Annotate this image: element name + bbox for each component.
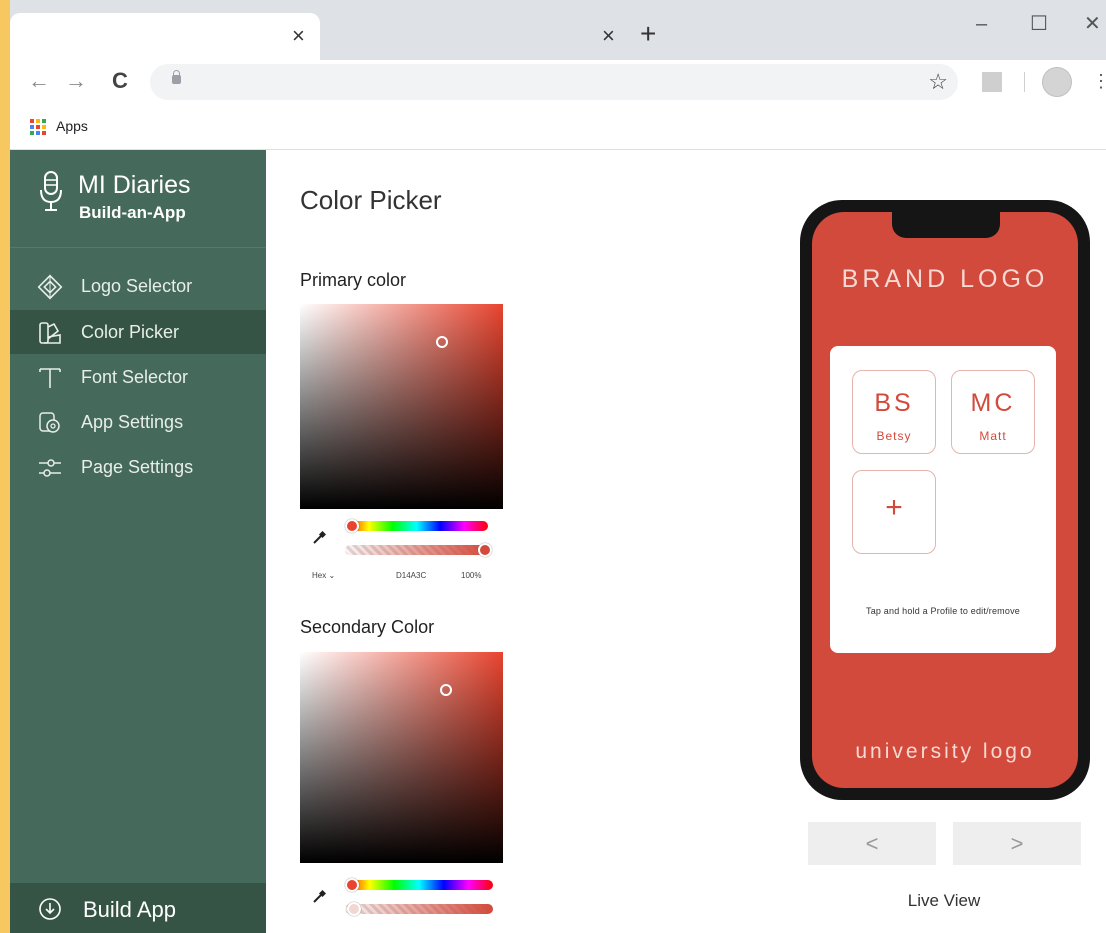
sidebar-item-label: Font Selector xyxy=(81,367,189,387)
font-icon xyxy=(39,368,61,388)
primary-alpha-slider[interactable] xyxy=(345,543,492,557)
profile-tile[interactable]: BS Betsy xyxy=(852,370,936,454)
gear-icon xyxy=(39,412,60,433)
extension-icon[interactable] xyxy=(982,72,1002,92)
live-view-label: Live View xyxy=(907,891,981,910)
primary-color-label: Primary color xyxy=(300,270,407,290)
tab-close-icon[interactable]: × xyxy=(602,24,615,48)
university-logo-text: university logo xyxy=(855,740,1035,763)
secondary-sv-handle[interactable] xyxy=(440,684,452,696)
eyedropper-icon[interactable] xyxy=(312,890,326,904)
profile-avatar[interactable] xyxy=(1042,67,1072,97)
profile-initials: BS xyxy=(874,389,914,417)
tab-active[interactable]: × xyxy=(10,13,320,60)
profile-name: Betsy xyxy=(876,429,912,443)
profile-initials: MC xyxy=(970,389,1016,417)
primary-hue-knob[interactable] xyxy=(345,519,359,533)
download-circle-icon xyxy=(39,898,61,920)
sidebar-item-label: Color Picker xyxy=(81,322,180,342)
palette-icon xyxy=(39,322,61,344)
maximize-button[interactable]: ☐ xyxy=(1030,14,1048,34)
bookmark-star-icon[interactable]: ☆ xyxy=(928,68,948,96)
secondary-alpha-knob[interactable] xyxy=(347,902,361,916)
tab-close-icon[interactable]: × xyxy=(292,24,305,48)
reload-button[interactable]: C xyxy=(112,68,128,94)
sidebar-item-label: Page Settings xyxy=(81,457,194,477)
sidebar-item-app-settings[interactable]: App Settings xyxy=(10,400,266,444)
phone-notch xyxy=(892,212,1000,238)
build-app-button[interactable]: Build App xyxy=(10,883,266,933)
app-title: MI Diaries xyxy=(78,171,191,199)
next-preview-button[interactable]: > xyxy=(953,822,1081,865)
eyedropper-icon[interactable] xyxy=(312,531,326,545)
window-close-button[interactable]: ✕ xyxy=(1084,14,1101,34)
toolbar-divider xyxy=(1024,72,1025,92)
profile-tile[interactable]: MC Matt xyxy=(951,370,1035,454)
sidebar-item-color-picker[interactable]: Color Picker xyxy=(10,310,266,354)
tab-strip: × × + – ☐ ✕ xyxy=(10,0,1106,60)
microphone-icon xyxy=(40,171,62,211)
lock-icon xyxy=(172,70,181,84)
secondary-saturation-area[interactable] xyxy=(300,652,503,863)
color-format-select[interactable]: Hex ⌄ xyxy=(312,571,335,580)
browser-window: × × + – ☐ ✕ ← → C ☆ ⋮ Apps MI Diaries Bu… xyxy=(10,0,1106,933)
address-bar[interactable]: ☆ xyxy=(150,64,958,100)
tab-inactive[interactable]: × xyxy=(320,13,650,60)
primary-hue-slider[interactable] xyxy=(345,519,488,533)
brand-header: MI Diaries Build-an-App xyxy=(10,150,266,248)
secondary-picker-controls xyxy=(300,872,503,933)
sidebar-item-page-settings[interactable]: Page Settings xyxy=(10,445,266,489)
add-profile-button[interactable]: + xyxy=(852,470,936,554)
apps-link[interactable]: Apps xyxy=(56,118,88,134)
app-subtitle: Build-an-App xyxy=(79,203,186,222)
sidebar: MI Diaries Build-an-App Logo Selector Co… xyxy=(10,150,266,933)
diamond-logo-icon xyxy=(37,274,63,300)
brand-logo-text: BRAND LOGO xyxy=(841,265,1049,293)
sidebar-item-logo-selector[interactable]: Logo Selector xyxy=(10,264,266,308)
hex-value-input[interactable]: D14A3C xyxy=(396,571,426,580)
profile-name: Matt xyxy=(979,429,1007,443)
secondary-hue-knob[interactable] xyxy=(345,878,359,892)
minimize-button[interactable]: – xyxy=(976,14,987,34)
bookmarks-bar: Apps xyxy=(10,105,1106,150)
forward-button[interactable]: → xyxy=(65,68,87,94)
sidebar-item-label: App Settings xyxy=(81,412,184,432)
profiles-card: BS Betsy MC Matt + Tap and hold a Profil… xyxy=(830,346,1056,653)
prev-preview-button[interactable]: < xyxy=(808,822,936,865)
browser-toolbar: ← → C ☆ xyxy=(10,60,1106,105)
primary-sv-handle[interactable] xyxy=(436,336,448,348)
primary-picker-controls: Hex ⌄ D14A3C 100% xyxy=(300,513,503,593)
primary-saturation-area[interactable] xyxy=(300,304,503,509)
page-title: Color Picker xyxy=(300,185,442,215)
profile-hint-text: Tap and hold a Profile to edit/remove xyxy=(866,606,1020,616)
plus-icon: + xyxy=(885,491,903,524)
apps-grid-icon[interactable] xyxy=(30,119,46,135)
secondary-color-label: Secondary Color xyxy=(300,617,435,637)
sliders-icon xyxy=(39,459,61,477)
phone-screen: BRAND LOGO BS Betsy MC Matt + Tap and ho… xyxy=(812,212,1078,788)
build-app-label: Build App xyxy=(83,897,176,922)
new-tab-button[interactable]: + xyxy=(640,20,656,48)
back-button[interactable]: ← xyxy=(28,68,50,94)
primary-alpha-knob[interactable] xyxy=(478,543,492,557)
opacity-value-input[interactable]: 100% xyxy=(461,571,481,580)
secondary-alpha-slider[interactable] xyxy=(345,902,493,916)
phone-preview: BRAND LOGO BS Betsy MC Matt + Tap and ho… xyxy=(800,200,1090,800)
secondary-hue-slider[interactable] xyxy=(345,878,493,892)
browser-menu-icon[interactable]: ⋮ xyxy=(1092,67,1106,95)
sidebar-item-label: Logo Selector xyxy=(81,276,193,296)
sidebar-item-font-selector[interactable]: Font Selector xyxy=(10,355,266,399)
